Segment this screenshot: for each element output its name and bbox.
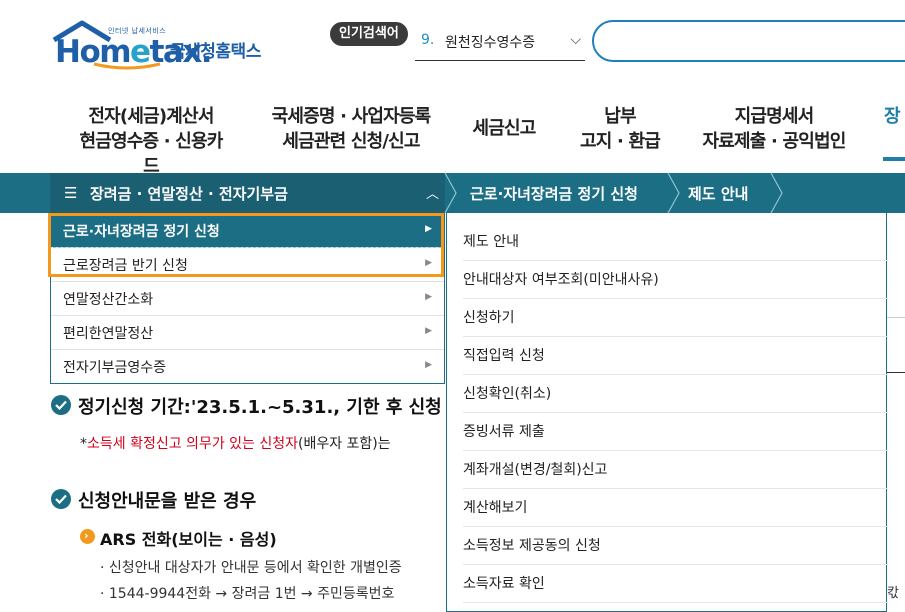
submenu-item-consent[interactable]: 소득정보 제공동의 신청 xyxy=(463,527,888,565)
logo-swoosh-icon xyxy=(93,62,161,70)
divider xyxy=(887,317,905,318)
submenu-item-apply[interactable]: 신청하기 xyxy=(463,299,888,337)
dropdown-item-donation-receipt[interactable]: 전자기부금영수증 ▶ xyxy=(51,350,444,384)
submenu-item-direct-input[interactable]: 직접입력 신청 xyxy=(463,337,888,375)
submenu-item-confirm-cancel[interactable]: 신청확인(취소) xyxy=(463,375,888,413)
bullet-text: · 신청안내 대상자가 안내문 등에서 확인한 개별인증 xyxy=(100,560,402,576)
dropdown-item-convenient-year-end[interactable]: 편리한연말정산 ▶ xyxy=(51,316,444,350)
submenu-item-income-data[interactable]: 소득자료 확인 xyxy=(463,565,888,603)
gnb-item-statements[interactable]: 지급명세서 자료제출 · 공익법인 xyxy=(700,104,848,154)
guide-title: 신청안내문을 받은 경우 xyxy=(78,491,257,512)
gnb-item-incentives[interactable]: 장 xyxy=(884,104,905,129)
gnb-item-certificates[interactable]: 국세증명 · 사업자등록 세금관련 신청/신고 xyxy=(270,104,432,154)
gnb-item-payment[interactable]: 납부 고지 · 환급 xyxy=(578,104,662,154)
chevron-down-icon: ⌵ xyxy=(570,32,581,48)
submenu-item-account-report[interactable]: 계좌개설(변경/철회)신고 xyxy=(463,451,888,489)
breadcrumb-separator-icon xyxy=(444,173,457,213)
caret-right-icon: ▶ xyxy=(425,292,432,302)
ars-title: ARS 전화(보이는 · 음성) xyxy=(100,530,277,549)
bullet-text: · 1544-9944전화 → 장려금 1번 → 주민등록번호 xyxy=(100,586,395,602)
breadcrumb-separator-icon xyxy=(770,173,783,213)
submenu-item-eligibility-check[interactable]: 안내대상자 여부조회(미안내사유) xyxy=(463,261,888,299)
caret-right-icon: ▶ xyxy=(425,360,432,370)
chevron-up-icon: ︿ xyxy=(425,187,439,202)
breadcrumb-level3[interactable]: 제도 안내 xyxy=(688,183,748,204)
check-circle-icon xyxy=(51,489,71,509)
caret-right-icon: ▶ xyxy=(425,326,432,336)
clipped-text: 칷 xyxy=(887,586,899,601)
popular-search-select[interactable]: 9. 원천징수영수증 ⌵ xyxy=(415,28,585,61)
popular-term: 원천징수영수증 xyxy=(445,35,536,51)
hometax-logo[interactable]: 인터넷 납세서비스 Hometax. 국세청홈택스 xyxy=(52,18,267,70)
gnb-item-tax-filing[interactable]: 세금신고 xyxy=(468,116,540,141)
submenu-panel: 제도 안내 안내대상자 여부조회(미안내사유) 신청하기 직접입력 신청 신청확… xyxy=(446,213,888,612)
notice-text: *소득세 확정신고 의무가 있는 신청자(배우자 포함)는 xyxy=(80,436,391,452)
hamburger-icon: ☰ xyxy=(64,184,78,202)
popular-search-badge: 인기검색어 xyxy=(330,22,408,46)
breadcrumb-main-menu[interactable]: ☰ 장려금 · 연말정산 · 전자기부금 ︿ xyxy=(50,173,445,213)
check-circle-icon xyxy=(51,395,71,415)
breadcrumb-level2[interactable]: 근로·자녀장려금 정기 신청 xyxy=(470,183,638,204)
dropdown-item-year-end-simplified[interactable]: 연말정산간소화 ▶ xyxy=(51,282,444,316)
breadcrumb-main-label: 장려금 · 연말정산 · 전자기부금 xyxy=(90,185,288,203)
period-title: 정기신청 기간:'23.5.1.~5.31., 기한 후 신청 xyxy=(78,397,442,418)
submenu-item-submit-documents[interactable]: 증빙서류 제출 xyxy=(463,413,888,451)
search-input[interactable] xyxy=(592,20,905,62)
gnb-active-underline xyxy=(883,157,905,161)
divider xyxy=(887,372,905,373)
gnb-item-e-invoice[interactable]: 전자(세금)계산서 현금영수증 · 신용카드 xyxy=(72,104,230,179)
logo-korean-name: 국세청홈택스 xyxy=(170,42,261,62)
arrow-badge-icon: › xyxy=(80,529,95,544)
breadcrumb-separator-icon xyxy=(667,173,680,213)
submenu-item-system-guide[interactable]: 제도 안내 xyxy=(463,223,888,261)
highlight-frame xyxy=(48,213,444,277)
popular-rank: 9. xyxy=(421,32,435,48)
submenu-item-calculator[interactable]: 계산해보기 xyxy=(463,489,888,527)
